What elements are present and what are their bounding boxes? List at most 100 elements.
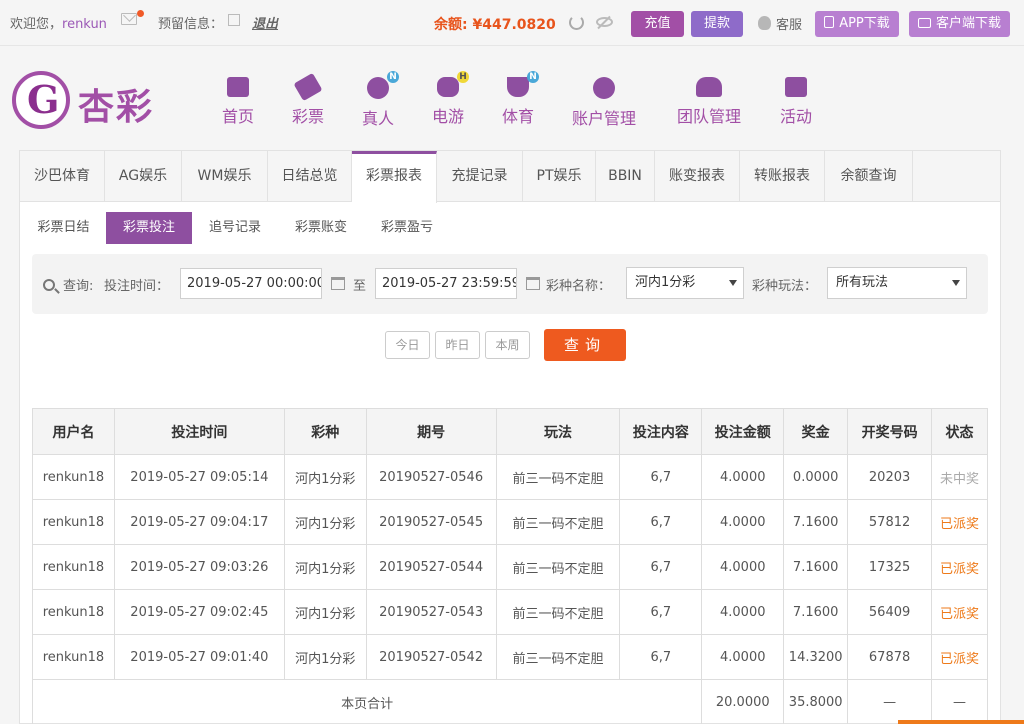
- cell-draw-number: 20203: [847, 454, 933, 500]
- unread-dot: [137, 10, 144, 17]
- floating-tab-edge[interactable]: [898, 720, 1024, 724]
- logo-emblem: [12, 71, 70, 129]
- tab-account-change-report[interactable]: 账变报表: [655, 151, 740, 202]
- cell-bet-time: 2019-05-27 09:04:17: [113, 499, 285, 545]
- nav-home[interactable]: 首页: [222, 77, 254, 127]
- subtab-lottery-account-change[interactable]: 彩票账变: [286, 212, 356, 244]
- hide-balance-icon[interactable]: [596, 17, 613, 27]
- tab-ag[interactable]: AG娱乐: [105, 151, 182, 202]
- mail-icon[interactable]: [121, 13, 137, 25]
- yesterday-button[interactable]: 昨日: [435, 331, 480, 359]
- withdraw-button[interactable]: 提款: [691, 11, 743, 37]
- col-lottery: 彩种: [283, 408, 367, 455]
- tab-balance-query[interactable]: 余额查询: [825, 151, 913, 202]
- cell-bet-content: 6,7: [619, 634, 703, 680]
- table-row: renkun18 2019-05-27 09:04:17 河内1分彩 20190…: [32, 499, 988, 545]
- lottery-select[interactable]: 河内1分彩: [626, 267, 744, 299]
- top-bar: 欢迎您，renkun 预留信息： 退出 余额: ¥447.0820 充值 提款 …: [0, 0, 1024, 46]
- query-label: 查询:: [63, 279, 94, 294]
- subtab-lottery-profit-loss[interactable]: 彩票盈亏: [372, 212, 442, 244]
- tab-deposit-withdraw-records[interactable]: 充提记录: [437, 151, 523, 202]
- subtab-chase-records[interactable]: 追号记录: [200, 212, 270, 244]
- account-icon: [593, 77, 615, 99]
- tab-lottery-report[interactable]: 彩票报表: [352, 151, 437, 203]
- nav-promotions[interactable]: 活动: [780, 77, 812, 127]
- nav-sports[interactable]: N 体育: [502, 71, 539, 127]
- table-row: renkun18 2019-05-27 09:02:45 河内1分彩 20190…: [32, 589, 988, 635]
- report-panel: 沙巴体育 AG娱乐 WM娱乐 日结总览 彩票报表 充提记录 PT娱乐 BBIN …: [19, 150, 1001, 724]
- logout-link[interactable]: 退出: [252, 13, 278, 32]
- total-prize: 35.8000: [783, 679, 849, 724]
- nav-egame[interactable]: H 电游: [432, 71, 469, 127]
- play-type-select[interactable]: 所有玩法: [827, 267, 967, 299]
- table-header-row: 用户名 投注时间 彩种 期号 玩法 投注内容 投注金额 奖金 开奖号码 状态: [32, 408, 988, 455]
- username-link[interactable]: renkun: [62, 17, 107, 32]
- cell-bet-amount: 4.0000: [701, 589, 785, 635]
- tab-bbin[interactable]: BBIN: [596, 151, 655, 202]
- cell-lottery: 河内1分彩: [283, 454, 367, 500]
- query-button[interactable]: 查询: [544, 329, 626, 361]
- cell-draw-number: 57812: [847, 499, 933, 545]
- table-row: renkun18 2019-05-27 09:03:26 河内1分彩 20190…: [32, 544, 988, 590]
- nav-lottery[interactable]: 彩票: [292, 72, 324, 127]
- cell-status: 已派奖: [931, 544, 988, 590]
- table-row: renkun18 2019-05-27 09:05:14 河内1分彩 20190…: [32, 454, 988, 500]
- cell-bet-content: 6,7: [619, 499, 703, 545]
- cell-bet-amount: 4.0000: [701, 544, 785, 590]
- site-logo[interactable]: 杏彩: [10, 70, 165, 132]
- col-bet-time: 投注时间: [113, 408, 285, 455]
- calendar-icon[interactable]: [331, 277, 345, 290]
- cell-username: renkun18: [32, 634, 115, 680]
- col-issue: 期号: [365, 408, 497, 455]
- nav-team[interactable]: 团队管理: [677, 77, 741, 127]
- cell-play: 前三一码不定胆: [495, 634, 621, 680]
- edit-icon[interactable]: [228, 14, 240, 26]
- refresh-icon[interactable]: [569, 15, 584, 30]
- today-button[interactable]: 今日: [385, 331, 430, 359]
- cell-bet-amount: 4.0000: [701, 499, 785, 545]
- cell-issue: 20190527-0544: [365, 544, 497, 590]
- cell-status: 已派奖: [931, 634, 988, 680]
- cell-play: 前三一码不定胆: [495, 499, 621, 545]
- table-total-row: 本页合计 20.0000 35.8000 — —: [31, 679, 988, 724]
- cell-status: 未中奖: [931, 454, 988, 500]
- tab-wm[interactable]: WM娱乐: [182, 151, 268, 202]
- search-icon: [43, 279, 55, 291]
- play-type-label: 彩种玩法：: [752, 279, 818, 294]
- tab-saba-sports[interactable]: 沙巴体育: [20, 151, 105, 202]
- customer-service-icon[interactable]: [758, 16, 771, 30]
- cell-draw-number: 56409: [847, 589, 933, 635]
- charge-button[interactable]: 充值: [631, 11, 684, 37]
- cell-status: 已派奖: [931, 589, 988, 635]
- tab-transfer-report[interactable]: 转账报表: [740, 151, 825, 202]
- client-download-button[interactable]: 客户端下载: [909, 11, 1010, 37]
- start-time-input[interactable]: 2019-05-27 00:00:00: [180, 268, 322, 299]
- tab-pt[interactable]: PT娱乐: [523, 151, 596, 202]
- cell-username: renkun18: [32, 454, 115, 500]
- cell-lottery: 河内1分彩: [283, 634, 367, 680]
- cell-bet-amount: 4.0000: [701, 634, 785, 680]
- this-week-button[interactable]: 本周: [485, 331, 530, 359]
- cell-lottery: 河内1分彩: [283, 589, 367, 635]
- subtab-lottery-bets[interactable]: 彩票投注: [106, 212, 192, 244]
- reserved-info-label: 预留信息：: [158, 17, 224, 32]
- calendar-icon[interactable]: [526, 277, 540, 290]
- cell-username: renkun18: [32, 544, 115, 590]
- col-prize: 奖金: [783, 408, 849, 455]
- cell-prize: 14.3200: [783, 634, 849, 680]
- col-bet-content: 投注内容: [619, 408, 703, 455]
- cell-bet-time: 2019-05-27 09:02:45: [113, 589, 285, 635]
- customer-service-link[interactable]: 客服: [776, 14, 802, 33]
- tab-daily-overview[interactable]: 日结总览: [268, 151, 352, 202]
- end-time-input[interactable]: 2019-05-27 23:59:59: [375, 268, 517, 299]
- app-download-button[interactable]: APP下载: [815, 11, 899, 37]
- nav-account[interactable]: 账户管理: [572, 77, 636, 129]
- cell-issue: 20190527-0546: [365, 454, 497, 500]
- cell-prize: 7.1600: [783, 544, 849, 590]
- cell-bet-content: 6,7: [619, 454, 703, 500]
- subtab-lottery-daily[interactable]: 彩票日结: [32, 212, 95, 244]
- lottery-name-label: 彩种名称：: [546, 279, 612, 294]
- cell-prize: 7.1600: [783, 589, 849, 635]
- lottery-icon: [293, 72, 323, 102]
- nav-live[interactable]: N 真人: [362, 71, 399, 129]
